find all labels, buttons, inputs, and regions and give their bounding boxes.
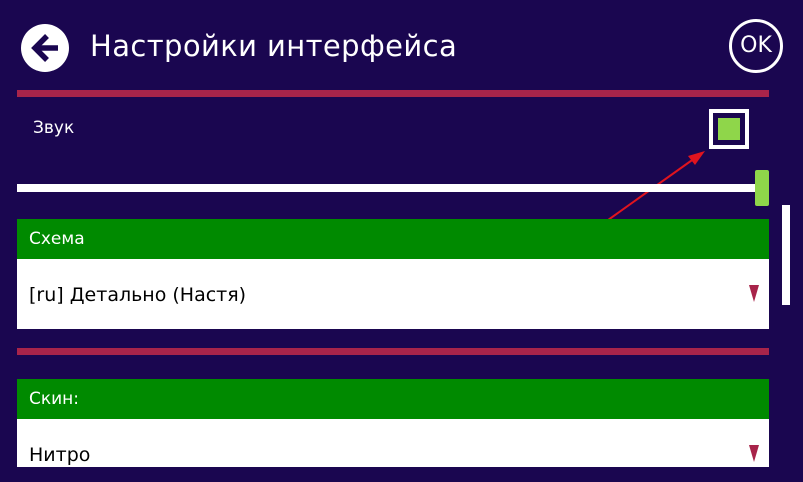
scrollbar[interactable] (782, 205, 790, 305)
skin-section-header: Скин: (17, 379, 769, 419)
sound-label: Звук (33, 118, 75, 138)
divider (17, 348, 769, 355)
checkbox-checked-mark (718, 118, 740, 140)
page-title: Настройки интерфейса (90, 29, 458, 63)
triangle-down-icon (749, 285, 759, 302)
scheme-select[interactable]: [ru] Детально (Настя) (17, 259, 769, 329)
divider (17, 90, 769, 97)
back-button[interactable] (20, 23, 70, 73)
ok-button[interactable]: OK (729, 19, 783, 73)
slider-track (17, 184, 757, 192)
volume-slider[interactable] (17, 170, 769, 206)
scheme-section-header: Схема (17, 219, 769, 259)
sound-checkbox[interactable] (709, 109, 749, 149)
triangle-down-icon (749, 445, 759, 462)
arrow-left-circle-icon (21, 24, 69, 72)
skin-select[interactable]: Нитро (17, 419, 769, 467)
skin-select-value: Нитро (29, 444, 91, 466)
slider-handle[interactable] (755, 170, 769, 206)
scheme-select-value: [ru] Детально (Настя) (29, 284, 247, 306)
